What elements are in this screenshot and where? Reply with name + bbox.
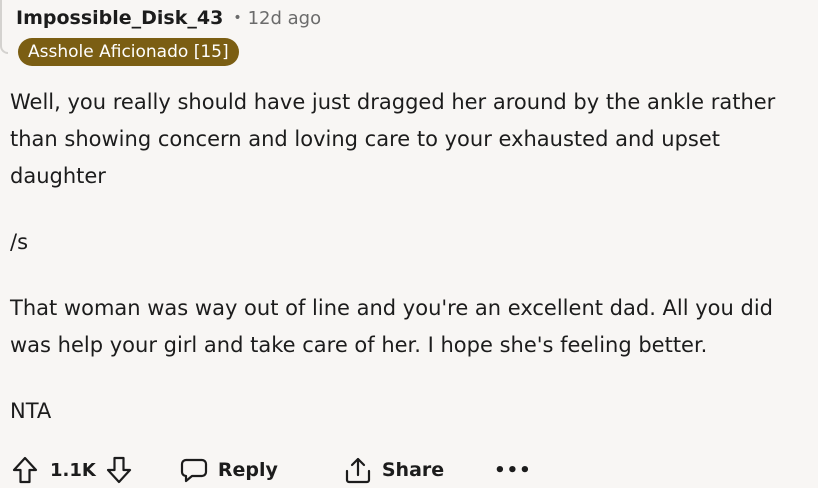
comment-header: Impossible_Disk_43 • 12d ago bbox=[16, 4, 321, 32]
upvote-arrow-icon[interactable] bbox=[12, 456, 38, 484]
vote-count: 1.1K bbox=[50, 459, 96, 481]
comment-paragraph: NTA bbox=[10, 399, 52, 423]
speech-bubble-icon bbox=[180, 457, 208, 483]
reply-label: Reply bbox=[217, 459, 278, 481]
comment-paragraph: Well, you really should have just dragge… bbox=[10, 90, 776, 188]
meta-separator: • bbox=[233, 10, 242, 26]
user-flair: Asshole Aficionado [15] bbox=[18, 38, 239, 66]
comment-actions: 1.1K Reply Share ••• bbox=[12, 452, 536, 488]
thread-line[interactable] bbox=[0, 0, 8, 54]
comment-paragraph: /s bbox=[10, 230, 29, 254]
more-options-button[interactable]: ••• bbox=[490, 452, 536, 488]
share-arrow-icon bbox=[344, 456, 372, 484]
downvote-arrow-icon[interactable] bbox=[106, 456, 132, 484]
comment-body: Well, you really should have just dragge… bbox=[10, 84, 810, 430]
vote-group: 1.1K bbox=[12, 456, 132, 484]
reply-button[interactable]: Reply bbox=[174, 452, 284, 488]
comment-paragraph: That woman was way out of line and you'r… bbox=[10, 296, 774, 357]
share-label: Share bbox=[381, 459, 445, 481]
username-link[interactable]: Impossible_Disk_43 bbox=[16, 7, 223, 29]
timestamp[interactable]: 12d ago bbox=[248, 8, 322, 29]
share-button[interactable]: Share bbox=[338, 452, 450, 488]
comment: Impossible_Disk_43 • 12d ago Asshole Afi… bbox=[0, 0, 818, 488]
